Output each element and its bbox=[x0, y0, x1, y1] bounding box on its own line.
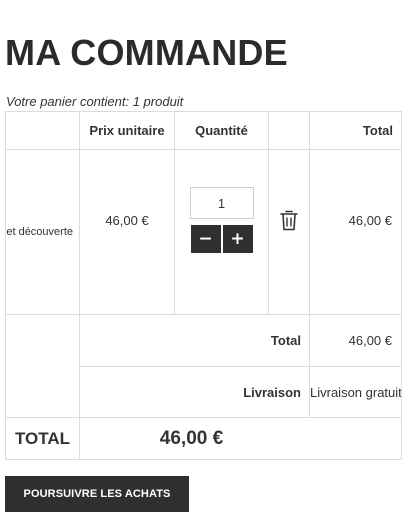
header-remove bbox=[268, 111, 310, 150]
header-total: Total bbox=[309, 111, 402, 150]
grand-total-value: 46,00 € bbox=[79, 417, 402, 460]
remove-cell bbox=[268, 149, 310, 315]
page-title: MA COMMANDE bbox=[5, 32, 288, 73]
shipping-value: Livraison gratuite! bbox=[309, 366, 402, 418]
shipping-label: Livraison bbox=[79, 366, 310, 418]
line-total: 46,00 € bbox=[348, 212, 392, 228]
product-name[interactable]: Coffret découverte bbox=[5, 149, 80, 315]
subtotal-row: Total 46,00 € bbox=[5, 314, 402, 418]
trash-icon[interactable] bbox=[280, 210, 298, 244]
unit-price: 46,00 € bbox=[105, 212, 149, 228]
quantity-cell: − + bbox=[174, 149, 269, 315]
line-total-cell: 46,00 € bbox=[309, 149, 402, 315]
cart-table: Prix unitaire Quantité Total Coffret déc… bbox=[5, 111, 402, 460]
header-unit-price: Prix unitaire bbox=[79, 111, 175, 150]
continue-shopping-button[interactable]: POURSUIVRE LES ACHATS bbox=[5, 476, 189, 512]
quantity-stepper: − + bbox=[176, 225, 268, 253]
grand-total-label: TOTAL bbox=[5, 417, 80, 460]
header-product bbox=[5, 111, 80, 150]
decrease-quantity-button[interactable]: − bbox=[190, 225, 221, 253]
grand-total-row: TOTAL 46,00 € bbox=[5, 417, 402, 460]
cart-item-row: Coffret découverte 46,00 € − + 46,00 € bbox=[5, 149, 402, 315]
summary-spacer bbox=[5, 314, 80, 418]
header-quantity: Quantité bbox=[174, 111, 269, 150]
cart-summary: Votre panier contient: 1 produit bbox=[6, 94, 184, 109]
subtotal-label: Total bbox=[79, 314, 310, 367]
cart-header-row: Prix unitaire Quantité Total bbox=[5, 111, 402, 150]
quantity-input[interactable] bbox=[189, 187, 254, 219]
subtotal-value: 46,00 € bbox=[309, 314, 402, 367]
product-name-text: Coffret découverte bbox=[6, 226, 74, 238]
grand-total-amount: 46,00 € bbox=[159, 427, 224, 449]
unit-price-cell: 46,00 € bbox=[79, 149, 175, 315]
increase-quantity-button[interactable]: + bbox=[222, 225, 253, 253]
